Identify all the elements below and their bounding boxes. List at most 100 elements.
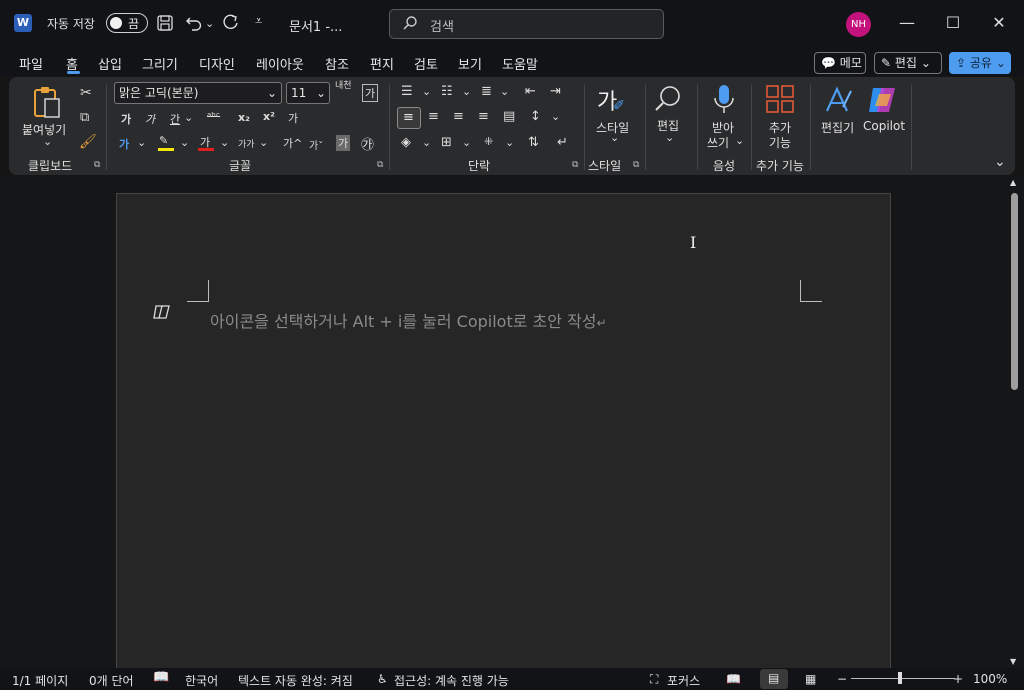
bullets-icon[interactable]: ☰ [401,84,413,99]
save-icon[interactable] [156,14,174,32]
chevron-down-icon[interactable]: ⌄ [665,131,674,144]
search-box[interactable]: 검색 [389,9,664,39]
chevron-down-icon[interactable]: ⌄ [259,136,268,149]
tab-mailings[interactable]: 편지 [370,54,394,73]
add-ins-label-2[interactable]: 기능 [769,134,791,151]
copilot-icon[interactable] [867,84,899,119]
numbering-icon[interactable]: ☷ [441,84,453,99]
asian-layout-icon[interactable]: ⁜ [484,135,493,148]
tab-view[interactable]: 보기 [458,54,482,73]
collapse-ribbon-icon[interactable]: ⌄ [994,154,1006,170]
autosave-toggle[interactable]: 끔 [106,13,148,33]
document-page[interactable] [116,193,891,673]
phonetic-guide-button[interactable]: 내천 [335,82,352,91]
web-layout-icon[interactable]: ▦ [805,672,816,686]
align-center-icon[interactable]: ≡ [428,109,439,124]
chevron-down-icon[interactable]: ⌄ [462,136,471,149]
undo-icon[interactable] [185,14,203,32]
zoom-out-button[interactable]: − [837,672,847,686]
distributed-icon[interactable]: ▤ [503,109,515,124]
multilevel-list-icon[interactable]: ≣ [481,84,492,99]
maximize-icon[interactable]: ☐ [943,13,963,33]
add-ins-icon[interactable] [766,85,794,116]
justify-icon[interactable]: ≡ [478,109,489,124]
zoom-slider-thumb[interactable] [898,672,902,684]
tab-help[interactable]: 도움말 [502,54,538,73]
align-left-button[interactable]: ≡ [397,107,421,129]
chevron-down-icon[interactable]: ⌄ [735,134,744,147]
proofing-icon[interactable]: 📖 [153,670,169,685]
scroll-up-icon[interactable]: ▲ [1010,178,1016,187]
customize-qat-icon[interactable]: ⩡ [255,14,262,29]
tab-review[interactable]: 검토 [414,54,438,73]
language-status[interactable]: 한국어 [185,672,218,689]
redo-icon[interactable] [222,14,240,32]
font-name-select[interactable]: 맑은 고딕(본문) ⌄ [114,82,282,104]
avatar[interactable]: NH [846,12,871,37]
chevron-down-icon[interactable]: ⌄ [610,131,619,144]
paste-dropdown-icon[interactable]: ⌄ [43,135,52,148]
clipboard-launcher-icon[interactable]: ⧉ [94,160,100,170]
borders-icon[interactable]: ⊞ [441,135,452,150]
enclose-characters-button[interactable]: ㉮ [361,134,374,153]
print-layout-button[interactable]: ▤ [760,669,788,689]
chevron-down-icon[interactable]: ⌄ [500,85,509,98]
tab-insert[interactable]: 삽입 [98,54,122,73]
comments-button[interactable]: 💬 메모 [814,52,866,74]
scroll-down-icon[interactable]: ▼ [1010,657,1016,666]
focus-mode-button[interactable]: 포커스 [667,672,700,689]
microphone-icon[interactable] [713,84,735,119]
tab-layout[interactable]: 레이아웃 [256,54,304,73]
zoom-in-button[interactable]: + [953,672,963,686]
tab-draw[interactable]: 그리기 [142,54,178,73]
editor-label[interactable]: 편집기 [821,119,854,136]
bold-button[interactable]: 가 [121,111,131,127]
show-marks-icon[interactable]: ↵ [557,135,568,150]
shrink-font-button[interactable]: 가ˇ [309,137,323,152]
font-size-select[interactable]: 11 ⌄ [286,82,330,104]
chevron-down-icon[interactable]: ⌄ [422,136,431,149]
minimize-icon[interactable]: — [897,13,917,33]
highlight-icon[interactable]: ✎ [159,134,168,147]
chevron-down-icon[interactable]: ⌄ [180,136,189,149]
grow-font-button[interactable]: 가^ [283,135,302,151]
zoom-slider[interactable] [851,678,955,679]
paragraph-launcher-icon[interactable]: ⧉ [572,160,578,170]
format-painter-icon[interactable]: 🖌 [79,134,97,150]
page-count[interactable]: 1/1 페이지 [12,672,68,689]
editor-icon[interactable] [823,85,853,118]
decrease-indent-icon[interactable]: ⇤ [525,84,536,99]
paste-icon[interactable] [32,85,62,119]
zoom-level[interactable]: 100% [973,672,1007,686]
chevron-down-icon[interactable]: ⌄ [462,85,471,98]
editing-mode-button[interactable]: ✎ 편집 ⌄ [874,52,942,74]
copy-icon[interactable]: ⧉ [80,110,89,125]
character-border-button[interactable]: 가 [362,84,379,102]
change-case-button[interactable]: 가가 [238,137,255,150]
text-effects-icon[interactable]: 가 [119,136,129,152]
close-icon[interactable]: ✕ [989,13,1009,33]
line-spacing-icon[interactable]: ↕ [530,109,541,124]
subscript-button[interactable]: x₂ [238,111,250,124]
character-shading-button[interactable]: 가 [336,135,351,151]
align-right-icon[interactable]: ≡ [453,109,464,124]
share-button[interactable]: ⇪ 공유 ⌄ [949,52,1011,74]
italic-button[interactable]: 가 [145,111,155,127]
strikethrough-button[interactable]: ᵃᵇᶜ [207,110,220,123]
cut-icon[interactable]: ✂ [80,85,92,101]
tab-design[interactable]: 디자인 [199,54,235,73]
chevron-down-icon[interactable]: ⌄ [220,136,229,149]
undo-dropdown-icon[interactable]: ⌄ [205,17,214,30]
paragraph-shading-icon[interactable]: ◈ [401,135,411,150]
chevron-down-icon[interactable]: ⌄ [505,136,514,149]
word-count[interactable]: 0개 단어 [89,672,134,689]
chevron-down-icon[interactable]: ⌄ [422,85,431,98]
chevron-down-icon[interactable]: ⌄ [137,136,146,149]
clear-formatting-button[interactable]: 가 [288,110,298,126]
sort-icon[interactable]: ⇅ [528,135,539,150]
tab-file[interactable]: 파일 [19,54,43,73]
dictate-label-2[interactable]: 쓰기 [707,134,729,151]
underline-button[interactable]: 간 [170,111,180,127]
increase-indent-icon[interactable]: ⇥ [550,84,561,99]
tab-references[interactable]: 참조 [325,54,349,73]
